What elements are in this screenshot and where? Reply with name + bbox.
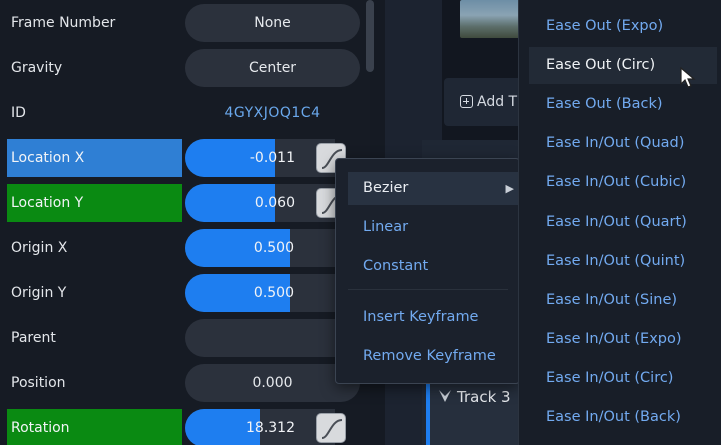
property-value-field[interactable]: None bbox=[185, 4, 360, 42]
easing-option[interactable]: Ease In/Out (Quad) bbox=[529, 125, 717, 162]
easing-option[interactable]: Ease Out (Expo) bbox=[529, 8, 717, 45]
property-row: Origin X 0.500 bbox=[0, 225, 370, 270]
slider-value: 0.500 bbox=[253, 285, 294, 301]
property-row: Location X -0.011 bbox=[0, 135, 370, 180]
property-slider[interactable]: 0.500 bbox=[185, 229, 360, 267]
property-row: Rotation 18.312 bbox=[0, 405, 370, 445]
context-menu-item[interactable]: Insert Keyframe bbox=[348, 301, 518, 334]
property-row: ID 4GYXJOQ1C4 bbox=[0, 90, 370, 135]
mouse-pointer-icon bbox=[680, 66, 696, 93]
slider-value: 0.060 bbox=[254, 195, 295, 211]
context-menu-item-label: Constant bbox=[363, 258, 429, 274]
property-slider[interactable]: 18.312 bbox=[185, 409, 335, 445]
context-menu-item[interactable]: Remove Keyframe bbox=[348, 340, 518, 373]
property-label: Position bbox=[11, 375, 66, 391]
property-label: Origin X bbox=[11, 240, 68, 256]
track-name: Track 3 bbox=[457, 388, 511, 406]
context-menu-item[interactable]: Linear bbox=[348, 211, 518, 244]
track-header[interactable]: Track 3 bbox=[426, 380, 522, 445]
context-menu-item-label: Bezier bbox=[363, 180, 409, 196]
property-value-field[interactable]: Center bbox=[185, 49, 360, 87]
keyframe-context-menu: Bezier ▶ Linear Constant Insert Keyframe Remo… bbox=[335, 158, 520, 384]
property-label: Parent bbox=[11, 330, 56, 346]
easing-option[interactable]: Ease In/Out (Back) bbox=[529, 399, 717, 436]
property-label: Frame Number bbox=[11, 15, 116, 31]
properties-scrollbar[interactable] bbox=[366, 0, 374, 72]
slider-value: -0.011 bbox=[249, 150, 295, 166]
clip-thumbnail[interactable] bbox=[460, 0, 522, 38]
context-menu-item[interactable]: Constant bbox=[348, 250, 518, 283]
property-value-field[interactable]: 0.000 bbox=[185, 364, 360, 402]
slider-value: 0.500 bbox=[253, 240, 294, 256]
property-row: Position 0.000 bbox=[0, 360, 370, 405]
curve-icon[interactable] bbox=[316, 413, 346, 443]
context-menu-item-label: Insert Keyframe bbox=[363, 309, 479, 325]
easing-option[interactable]: Ease In/Out (Quart) bbox=[529, 204, 717, 241]
property-slider[interactable]: 0.500 bbox=[185, 274, 360, 312]
easing-option[interactable]: Ease In/Out (Cubic) bbox=[529, 164, 717, 201]
slider-value: 18.312 bbox=[246, 420, 295, 436]
easing-option[interactable]: Ease In/Out (Expo) bbox=[529, 321, 717, 358]
property-label: Origin Y bbox=[11, 285, 67, 301]
property-row: Origin Y 0.500 bbox=[0, 270, 370, 315]
easing-option[interactable]: Ease In/Out (Quint) bbox=[529, 243, 717, 280]
property-row: Parent bbox=[0, 315, 370, 360]
property-slider[interactable]: 0.060 bbox=[185, 184, 335, 222]
property-row: Gravity Center bbox=[0, 45, 370, 90]
property-label: Location X bbox=[7, 139, 182, 177]
property-id-value: 4GYXJOQ1C4 bbox=[224, 105, 321, 121]
property-row: Location Y 0.060 bbox=[0, 180, 370, 225]
property-label: ID bbox=[11, 105, 26, 121]
context-menu-item-label: Remove Keyframe bbox=[363, 348, 496, 364]
property-row: Frame Number None bbox=[0, 0, 370, 45]
chevron-down-icon[interactable] bbox=[438, 388, 452, 408]
chevron-right-icon: ▶ bbox=[505, 182, 514, 195]
property-label: Rotation bbox=[7, 409, 182, 445]
property-label: Gravity bbox=[11, 60, 63, 76]
menu-separator bbox=[348, 289, 508, 290]
property-label: Location Y bbox=[7, 184, 182, 222]
property-slider[interactable]: -0.011 bbox=[185, 139, 335, 177]
property-value-field[interactable] bbox=[185, 319, 360, 357]
plus-square-icon bbox=[460, 95, 473, 108]
add-track-label: Add T bbox=[477, 94, 518, 110]
properties-panel: Frame Number None Gravity Center ID 4GYXJOQ1C… bbox=[0, 0, 370, 445]
context-menu-item-label: Linear bbox=[363, 219, 409, 235]
easing-option[interactable]: Ease In/Out (Sine) bbox=[529, 282, 717, 319]
context-menu-item[interactable]: Bezier ▶ bbox=[348, 172, 518, 205]
easing-option[interactable]: Ease In/Out (Circ) bbox=[529, 360, 717, 397]
